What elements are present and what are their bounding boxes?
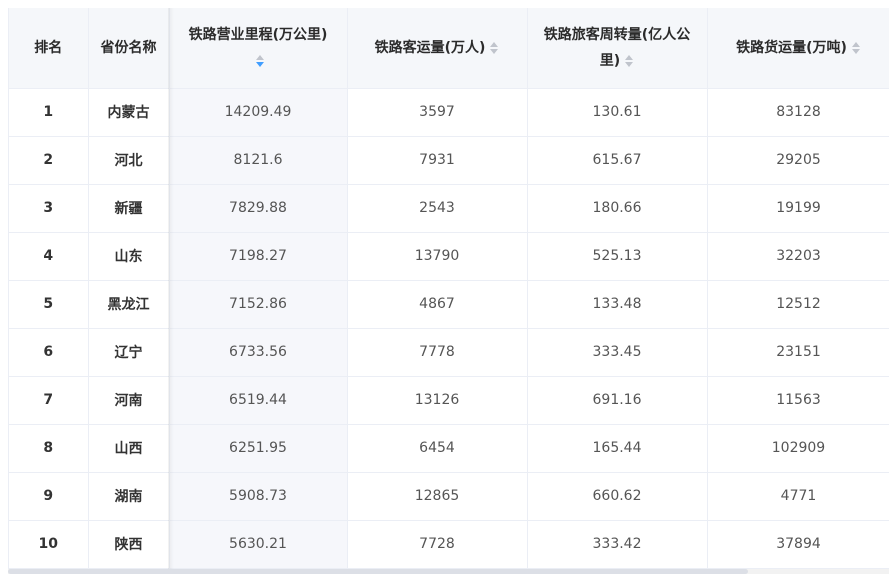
table-row[interactable]: 2 河北 8121.6 7931 615.67 29205 <box>9 136 889 185</box>
cell-passenger-turnover: 133.48 <box>527 280 708 329</box>
cell-rail-length: 5630.21 <box>169 520 348 569</box>
sort-ascending-icon[interactable] <box>490 41 499 47</box>
cell-passenger-turnover: 333.42 <box>527 520 708 569</box>
cell-freight: 19199 <box>707 184 889 233</box>
cell-province: 山东 <box>88 232 170 281</box>
header-freight[interactable]: 铁路货运量(万吨) <box>707 8 889 89</box>
table-row[interactable]: 6 辽宁 6733.56 7778 333.45 23151 <box>9 328 889 377</box>
sort-ascending-icon[interactable] <box>256 54 264 60</box>
cell-freight: 11563 <box>707 376 889 425</box>
cell-rail-length: 14209.49 <box>169 88 348 137</box>
sort-ascending-icon[interactable] <box>851 41 860 47</box>
sort-caret-icon[interactable] <box>624 54 634 68</box>
table-row[interactable]: 4 山东 7198.27 13790 525.13 32203 <box>9 232 889 281</box>
cell-rail-length: 6733.56 <box>169 328 348 377</box>
cell-freight: 102909 <box>707 424 889 473</box>
sort-descending-icon[interactable] <box>256 61 264 67</box>
header-freight-label: 铁路货运量(万吨) <box>736 39 847 56</box>
cell-rail-length: 7152.86 <box>169 280 348 329</box>
table-header-row: 排名 省份名称 铁路营业里程(万公里) 铁路客运量(万人) 铁路旅客周转量(亿人… <box>9 8 889 89</box>
horizontal-scrollbar[interactable] <box>8 569 889 574</box>
cell-freight: 29205 <box>707 136 889 185</box>
cell-province: 湖南 <box>88 472 170 521</box>
cell-passengers: 2543 <box>347 184 528 233</box>
cell-passengers: 7931 <box>347 136 528 185</box>
cell-province: 陕西 <box>88 520 170 569</box>
cell-freight: 83128 <box>707 88 889 137</box>
cell-passenger-turnover: 165.44 <box>527 424 708 473</box>
cell-passenger-turnover: 333.45 <box>527 328 708 377</box>
header-passenger-turnover-label: 铁路旅客周转量(亿人公里) <box>543 26 691 69</box>
cell-province: 黑龙江 <box>88 280 170 329</box>
sort-descending-icon[interactable] <box>851 48 860 54</box>
cell-passenger-turnover: 660.62 <box>527 472 708 521</box>
cell-rank: 1 <box>9 88 89 137</box>
cell-passengers: 7728 <box>347 520 528 569</box>
cell-passenger-turnover: 130.61 <box>527 88 708 137</box>
cell-province: 河北 <box>88 136 170 185</box>
cell-rail-length: 6251.95 <box>169 424 348 473</box>
cell-rail-length: 6519.44 <box>169 376 348 425</box>
data-table: 排名 省份名称 铁路营业里程(万公里) 铁路客运量(万人) 铁路旅客周转量(亿人… <box>8 8 889 569</box>
table-row[interactable]: 1 内蒙古 14209.49 3597 130.61 83128 <box>9 88 889 137</box>
header-passengers-label: 铁路客运量(万人) <box>374 39 486 56</box>
cell-passengers: 4867 <box>347 280 528 329</box>
cell-province: 新疆 <box>88 184 170 233</box>
cell-passengers: 13790 <box>347 232 528 281</box>
cell-freight: 37894 <box>707 520 889 569</box>
sort-caret-icon[interactable] <box>255 54 265 68</box>
cell-rank: 2 <box>9 136 89 185</box>
cell-rank: 8 <box>9 424 89 473</box>
cell-rail-length: 7829.88 <box>169 184 348 233</box>
cell-rank: 5 <box>9 280 89 329</box>
table-row[interactable]: 3 新疆 7829.88 2543 180.66 19199 <box>9 184 889 233</box>
sort-descending-icon[interactable] <box>490 48 499 54</box>
cell-passengers: 13126 <box>347 376 528 425</box>
cell-passenger-turnover: 615.67 <box>527 136 708 185</box>
cell-rank: 4 <box>9 232 89 281</box>
cell-rail-length: 7198.27 <box>169 232 348 281</box>
cell-province: 山西 <box>88 424 170 473</box>
cell-freight: 23151 <box>707 328 889 377</box>
cell-province: 辽宁 <box>88 328 170 377</box>
cell-passengers: 12865 <box>347 472 528 521</box>
cell-passenger-turnover: 180.66 <box>527 184 708 233</box>
header-passengers[interactable]: 铁路客运量(万人) <box>347 8 528 89</box>
cell-passenger-turnover: 691.16 <box>527 376 708 425</box>
cell-rank: 10 <box>9 520 89 569</box>
cell-freight: 4771 <box>707 472 889 521</box>
header-rail-length-label: 铁路营业里程(万公里) <box>188 26 328 43</box>
cell-rank: 6 <box>9 328 89 377</box>
cell-passengers: 7778 <box>347 328 528 377</box>
cell-freight: 12512 <box>707 280 889 329</box>
header-rail-length[interactable]: 铁路营业里程(万公里) <box>169 8 348 89</box>
cell-freight: 32203 <box>707 232 889 281</box>
table-row[interactable]: 10 陕西 5630.21 7728 333.42 37894 <box>9 520 889 569</box>
cell-passengers: 6454 <box>347 424 528 473</box>
header-province-label: 省份名称 <box>100 39 157 56</box>
table-row[interactable]: 5 黑龙江 7152.86 4867 133.48 12512 <box>9 280 889 329</box>
header-province: 省份名称 <box>88 8 170 89</box>
header-passenger-turnover[interactable]: 铁路旅客周转量(亿人公里) <box>527 8 708 89</box>
cell-province: 内蒙古 <box>88 88 170 137</box>
table-row[interactable]: 7 河南 6519.44 13126 691.16 11563 <box>9 376 889 425</box>
cell-passengers: 3597 <box>347 88 528 137</box>
cell-passenger-turnover: 525.13 <box>527 232 708 281</box>
cell-rail-length: 8121.6 <box>169 136 348 185</box>
cell-rank: 9 <box>9 472 89 521</box>
table-row[interactable]: 9 湖南 5908.73 12865 660.62 4771 <box>9 472 889 521</box>
table-row[interactable]: 8 山西 6251.95 6454 165.44 102909 <box>9 424 889 473</box>
cell-rank: 3 <box>9 184 89 233</box>
sort-descending-icon[interactable] <box>625 61 634 67</box>
cell-province: 河南 <box>88 376 170 425</box>
header-rank: 排名 <box>9 8 89 89</box>
header-rank-label: 排名 <box>34 39 63 56</box>
sort-caret-icon[interactable] <box>851 41 861 55</box>
sort-ascending-icon[interactable] <box>625 54 634 60</box>
sort-caret-icon[interactable] <box>489 41 499 55</box>
scrollbar-thumb[interactable] <box>8 569 748 574</box>
cell-rail-length: 5908.73 <box>169 472 348 521</box>
cell-rank: 7 <box>9 376 89 425</box>
